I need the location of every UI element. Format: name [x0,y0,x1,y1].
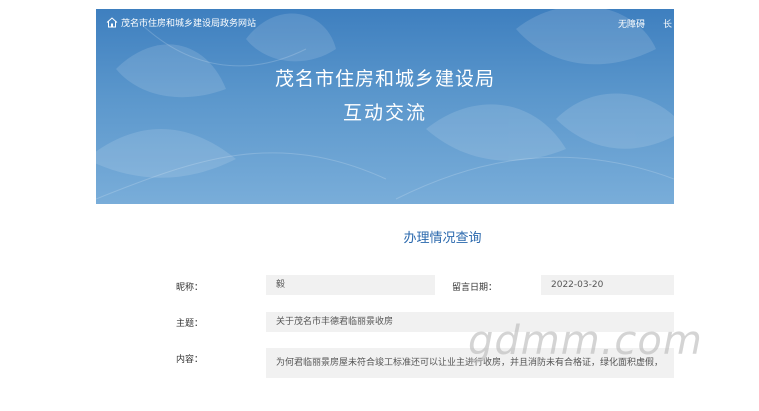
date-field: 2022-03-20 [541,275,674,295]
header-banner: 茂名市住房和城乡建设局政务网站 无障碍 长 茂名市住房和城乡建设局 互动交流 [96,9,674,204]
watermark: gdmm.com [468,318,703,364]
elder-mode-link[interactable]: 长 [663,17,672,30]
content-label: 内容： [176,355,204,365]
site-home-link[interactable]: 茂名市住房和城乡建设局政务网站 [106,16,256,29]
date-label: 留言日期： [452,283,498,293]
page-title: 茂名市住房和城乡建设局 [274,68,495,90]
section-title: 办理情况查询 [403,231,482,246]
page-subtitle: 互动交流 [342,102,427,124]
nickname-label: 昵称： [176,283,204,293]
home-icon [106,17,118,28]
top-bar: 茂名市住房和城乡建设局政务网站 无障碍 长 [96,9,674,37]
accessibility-link[interactable]: 无障碍 [618,17,645,30]
site-name: 茂名市住房和城乡建设局政务网站 [121,19,257,29]
subject-label: 主题： [176,319,204,329]
nickname-field: 毅 [266,275,435,295]
